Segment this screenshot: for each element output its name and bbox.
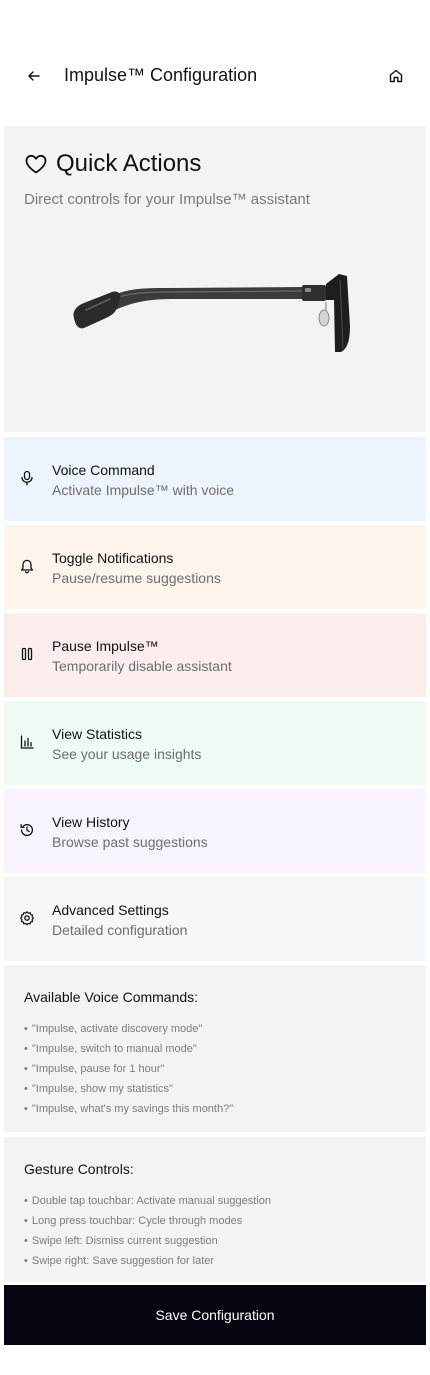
action-title: Toggle Notifications	[52, 550, 174, 566]
gesture-controls-title: Gesture Controls:	[24, 1161, 134, 1177]
back-button[interactable]	[22, 64, 46, 88]
action-description: Activate Impulse™ with voice	[52, 482, 235, 498]
action-title: Pause Impulse™	[52, 638, 159, 654]
bell-icon	[18, 557, 36, 575]
list-item: Swipe right: Save suggestion for later	[24, 1251, 271, 1271]
page-title: Impulse™ Configuration	[64, 65, 258, 85]
smart-glasses-image	[73, 274, 350, 352]
advanced-settings-action[interactable]: Advanced Settings Detailed configuration	[4, 877, 426, 961]
microphone-icon	[18, 469, 36, 487]
save-configuration-button[interactable]: Save Configuration	[4, 1285, 426, 1345]
action-description: See your usage insights	[52, 746, 202, 762]
voice-commands-list: "Impulse, activate discovery mode" "Impu…	[24, 1019, 233, 1119]
pause-icon	[18, 645, 36, 663]
action-title: View History	[52, 814, 130, 830]
action-list: Voice Command Activate Impulse™ with voi…	[4, 437, 426, 965]
home-button[interactable]	[384, 64, 408, 88]
list-item: Long press touchbar: Cycle through modes	[24, 1211, 271, 1231]
quick-actions-subtitle: Direct controls for your Impulse™ assist…	[24, 191, 310, 208]
action-description: Temporarily disable assistant	[52, 658, 232, 674]
gesture-controls-panel: Gesture Controls: Double tap touchbar: A…	[4, 1137, 426, 1282]
action-description: Pause/resume suggestions	[52, 570, 221, 586]
action-description: Detailed configuration	[52, 922, 188, 938]
list-item: "Impulse, activate discovery mode"	[24, 1019, 233, 1039]
voice-command-action[interactable]: Voice Command Activate Impulse™ with voi…	[4, 437, 426, 521]
heart-icon	[25, 154, 47, 174]
gesture-controls-list: Double tap touchbar: Activate manual sug…	[24, 1191, 271, 1271]
list-item: "Impulse, switch to manual mode"	[24, 1039, 233, 1059]
home-icon	[389, 69, 403, 83]
action-description: Browse past suggestions	[52, 834, 208, 850]
list-item: "Impulse, pause for 1 hour"	[24, 1059, 233, 1079]
action-title: Advanced Settings	[52, 902, 169, 918]
arrow-left-icon	[28, 71, 40, 81]
list-item: "Impulse, show my statistics"	[24, 1079, 233, 1099]
voice-commands-title: Available Voice Commands:	[24, 989, 199, 1005]
gear-icon	[18, 909, 36, 927]
app-header: Impulse™ Configuration	[0, 56, 430, 96]
view-history-action[interactable]: View History Browse past suggestions	[4, 789, 426, 873]
list-item: Swipe left: Dismiss current suggestion	[24, 1231, 271, 1251]
view-statistics-action[interactable]: View Statistics See your usage insights	[4, 701, 426, 785]
action-title: Voice Command	[52, 462, 155, 478]
toggle-notifications-action[interactable]: Toggle Notifications Pause/resume sugges…	[4, 525, 426, 609]
quick-actions-title: Quick Actions	[56, 150, 202, 177]
list-item: Double tap touchbar: Activate manual sug…	[24, 1191, 271, 1211]
action-title: View Statistics	[52, 726, 142, 742]
bar-chart-icon	[18, 733, 36, 751]
history-icon	[18, 821, 36, 839]
voice-commands-panel: Available Voice Commands: "Impulse, acti…	[4, 965, 426, 1132]
list-item: "Impulse, what's my savings this month?"	[24, 1099, 233, 1119]
quick-actions-heading: Quick Actions	[24, 150, 201, 178]
quick-actions-card: Quick Actions Direct controls for your I…	[4, 126, 426, 432]
pause-impulse-action[interactable]: Pause Impulse™ Temporarily disable assis…	[4, 613, 426, 697]
